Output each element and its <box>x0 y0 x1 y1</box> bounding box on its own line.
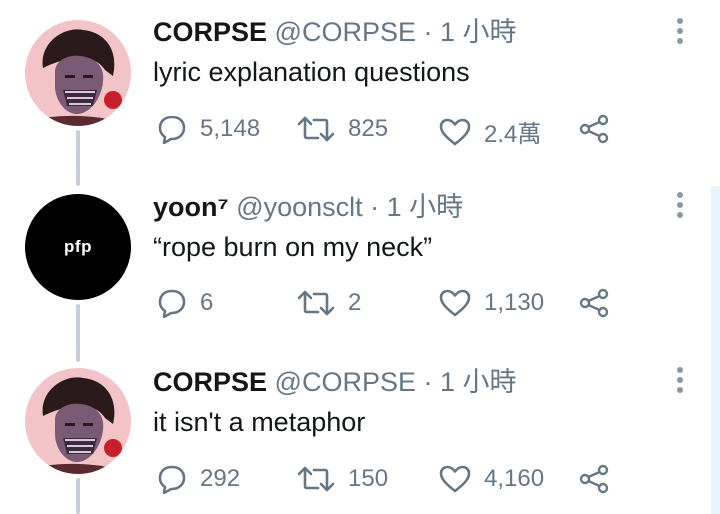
avatar[interactable] <box>25 20 131 126</box>
retweet-count: 2 <box>348 289 362 316</box>
more-vertical-icon <box>670 18 690 44</box>
display-name[interactable]: CORPSE <box>153 17 267 47</box>
reply-icon <box>158 289 186 318</box>
retweet-icon <box>297 290 335 316</box>
reply-button[interactable]: 6 <box>156 288 213 318</box>
reply-button[interactable]: 5,148 <box>156 114 260 144</box>
tweet-header: yoon⁷ @yoonsclt · 1 小時 <box>153 191 463 223</box>
reply-button[interactable]: 292 <box>156 464 240 494</box>
reply-count: 5,148 <box>200 115 261 142</box>
timestamp[interactable]: 1 小時 <box>440 17 517 47</box>
timestamp[interactable]: 1 小時 <box>440 367 517 397</box>
share-icon <box>579 114 609 144</box>
retweet-button[interactable]: 2 <box>296 288 361 318</box>
reply-icon <box>158 115 186 144</box>
like-icon <box>439 289 471 317</box>
more-options-button[interactable] <box>670 18 690 52</box>
timestamp[interactable]: 1 小時 <box>387 192 464 222</box>
display-name[interactable]: CORPSE <box>153 367 267 397</box>
retweet-icon <box>297 116 335 142</box>
tweet-text: it isn't a metaphor <box>153 407 366 437</box>
retweet-button[interactable]: 825 <box>296 114 388 144</box>
like-button[interactable]: 2.4萬 <box>438 114 541 149</box>
retweet-button[interactable]: 150 <box>296 464 388 494</box>
share-button[interactable] <box>578 288 610 318</box>
tweet-text: lyric explanation questions <box>153 57 470 87</box>
more-options-button[interactable] <box>670 192 690 226</box>
reply-count: 6 <box>200 289 214 316</box>
tweet-header: CORPSE @CORPSE · 1 小時 <box>153 16 517 48</box>
share-icon <box>579 288 609 318</box>
share-button[interactable] <box>578 114 610 144</box>
share-button[interactable] <box>578 464 610 494</box>
separator-dot: · <box>423 17 433 47</box>
scroll-rail <box>711 186 720 514</box>
retweet-count: 150 <box>348 465 389 492</box>
more-options-button[interactable] <box>670 367 690 401</box>
like-count: 4,160 <box>484 465 545 492</box>
display-name[interactable]: yoon⁷ <box>153 192 229 222</box>
avatar[interactable] <box>25 368 131 474</box>
like-count: 1,130 <box>484 289 545 316</box>
retweet-icon <box>297 466 335 492</box>
like-icon <box>439 118 471 145</box>
like-count: 2.4萬 <box>484 121 542 148</box>
avatar-text: pfp <box>64 237 92 256</box>
share-icon <box>579 464 609 494</box>
reply-count: 292 <box>200 465 241 492</box>
like-icon <box>439 465 471 493</box>
tweet-text: “rope burn on my neck” <box>153 232 433 262</box>
like-button[interactable]: 1,130 <box>438 288 544 318</box>
user-handle[interactable]: @CORPSE <box>275 367 416 397</box>
avatar[interactable]: pfp <box>25 194 131 300</box>
reply-icon <box>158 465 186 494</box>
more-vertical-icon <box>670 192 690 218</box>
more-vertical-icon <box>670 367 690 393</box>
user-handle[interactable]: @yoonsclt <box>236 192 362 222</box>
separator-dot: · <box>370 192 380 222</box>
tweet-header: CORPSE @CORPSE · 1 小時 <box>153 366 517 398</box>
separator-dot: · <box>423 367 433 397</box>
thread-line <box>76 304 80 362</box>
user-handle[interactable]: @CORPSE <box>275 17 416 47</box>
thread-line <box>76 478 80 514</box>
like-button[interactable]: 4,160 <box>438 464 544 494</box>
retweet-count: 825 <box>348 115 389 142</box>
thread-line <box>76 130 80 186</box>
